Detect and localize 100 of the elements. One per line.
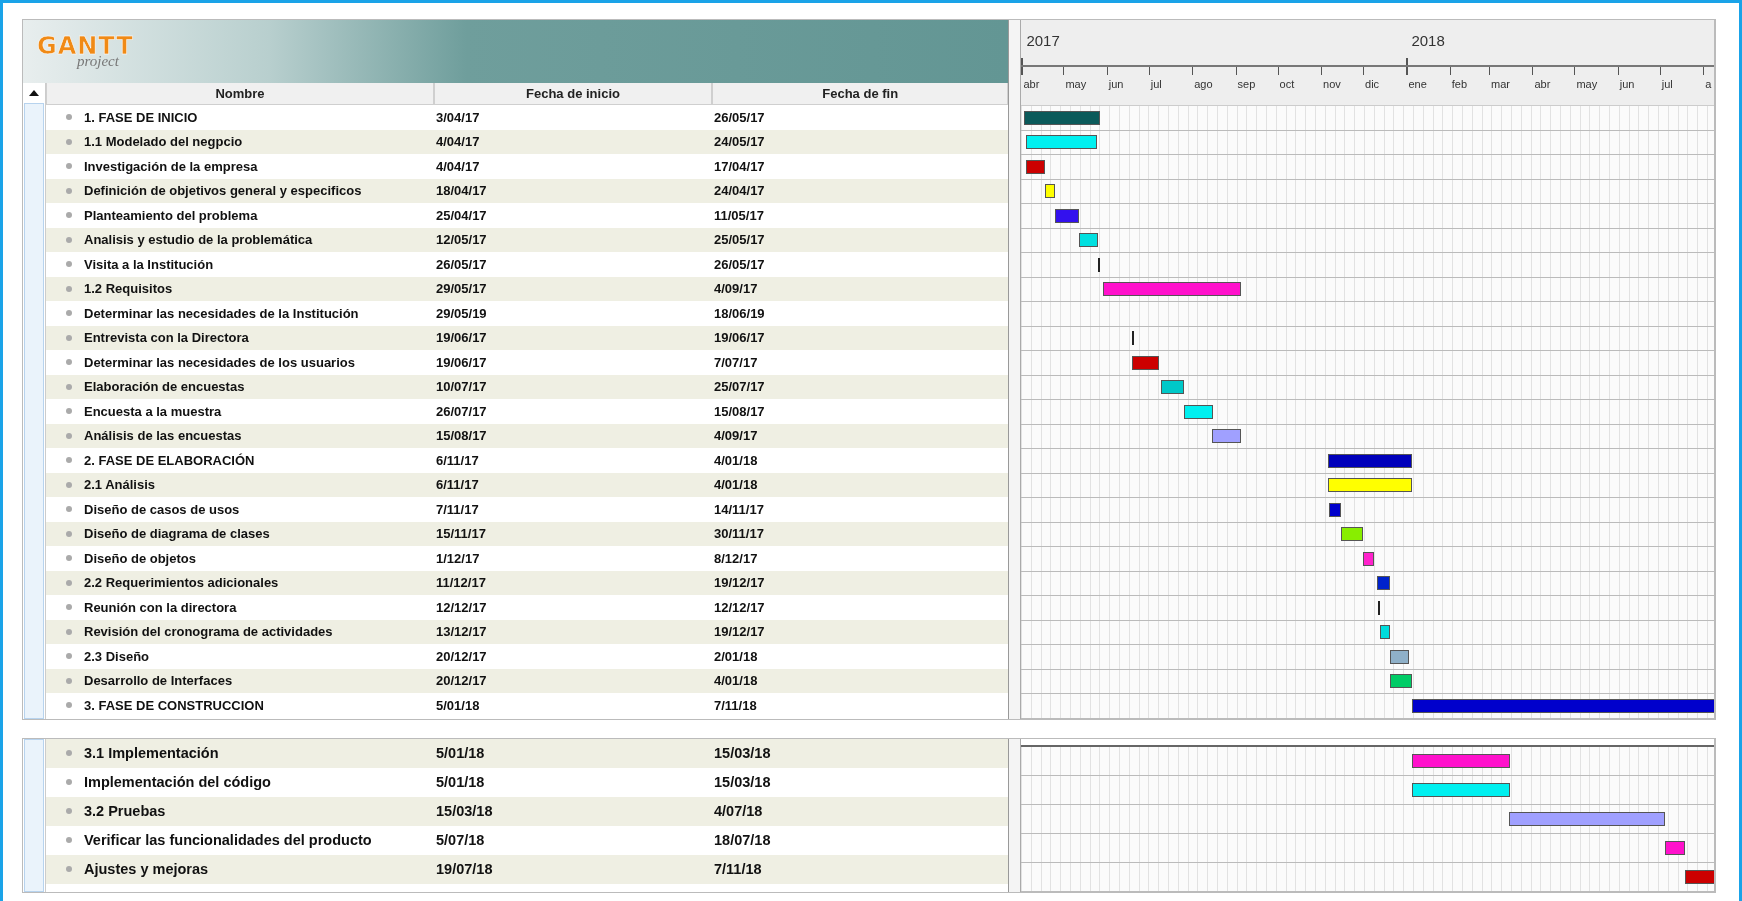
- bullet-icon: [66, 138, 72, 145]
- column-header[interactable]: Fecha de inicio: [434, 83, 712, 105]
- scrollbar[interactable]: [24, 738, 44, 892]
- task-bar[interactable]: [1132, 355, 1159, 370]
- task-name: 2.3 Diseño: [84, 648, 150, 664]
- task-bar[interactable]: [1328, 478, 1412, 493]
- column-header[interactable]: Fecha de fin: [712, 83, 1009, 105]
- milestone-mark[interactable]: [1132, 331, 1134, 346]
- bullet-icon: [66, 555, 72, 562]
- start-date: 15/03/18: [435, 803, 494, 819]
- task-bar[interactable]: [1183, 404, 1214, 419]
- month-label: ago: [1193, 78, 1213, 90]
- end-date: 26/05/17: [713, 109, 766, 125]
- task-bar[interactable]: [1024, 110, 1100, 125]
- bullet-icon: [66, 383, 72, 390]
- task-bar[interactable]: [1363, 551, 1375, 566]
- bullet-icon: [66, 506, 72, 513]
- bullet-icon: [66, 628, 72, 635]
- start-date: 6/11/17: [435, 452, 480, 468]
- end-date: 4/01/18: [713, 673, 759, 689]
- task-name: Visita a la Institución: [84, 256, 214, 272]
- month-label: oct: [1278, 78, 1295, 90]
- start-date: 20/12/17: [435, 673, 488, 689]
- milestone-mark[interactable]: [1378, 600, 1381, 615]
- task-name: Verificar las funcionalidades del producto: [84, 832, 372, 848]
- start-date: 18/04/17: [435, 183, 488, 199]
- start-date: 4/04/17: [435, 134, 481, 150]
- task-bar[interactable]: [1045, 184, 1055, 199]
- bullet-icon: [66, 750, 72, 756]
- start-date: 7/11/17: [435, 501, 480, 517]
- task-bar[interactable]: [1508, 811, 1666, 826]
- start-date: 19/07/18: [435, 861, 494, 877]
- task-bar[interactable]: [1412, 698, 1714, 713]
- task-name: Revisión del cronograma de actividades: [84, 624, 333, 640]
- end-date: 4/01/18: [713, 477, 759, 493]
- bullet-icon: [66, 530, 72, 537]
- start-date: 5/07/18: [435, 832, 486, 848]
- task-name: Determinar las necesidades de la Institución: [84, 305, 359, 321]
- start-date: 3/04/17: [435, 109, 481, 125]
- task-bar[interactable]: [1389, 674, 1412, 689]
- bullet-icon: [66, 236, 72, 243]
- end-date: 15/08/17: [713, 403, 766, 419]
- task-name: Analisis y estudio de la problemática: [84, 232, 313, 248]
- task-bar[interactable]: [1161, 380, 1184, 395]
- start-date: 6/11/17: [435, 477, 480, 493]
- task-bar[interactable]: [1211, 429, 1242, 444]
- end-date: 4/07/18: [713, 803, 764, 819]
- month-label: a: [1704, 78, 1712, 90]
- task-name: 3.1 Implementación: [84, 745, 219, 761]
- task-name: Diseño de diagrama de clases: [84, 526, 270, 542]
- end-date: 17/04/17: [713, 158, 766, 174]
- task-bar[interactable]: [1389, 649, 1410, 664]
- task-bar[interactable]: [1412, 753, 1510, 768]
- end-date: 18/07/18: [713, 832, 772, 848]
- milestone-mark[interactable]: [1098, 257, 1101, 272]
- start-date: 25/04/17: [435, 207, 488, 223]
- start-date: 5/01/18: [435, 745, 486, 761]
- start-date: 29/05/19: [435, 305, 488, 321]
- scrollbar[interactable]: [24, 103, 44, 719]
- task-bar[interactable]: [1329, 502, 1341, 517]
- task-name: 1. FASE DE INICIO: [84, 109, 198, 125]
- task-name: Planteamiento del problema: [84, 207, 258, 223]
- task-name: Diseño de casos de usos: [84, 501, 240, 517]
- task-bar[interactable]: [1025, 135, 1097, 150]
- start-date: 20/12/17: [435, 648, 488, 664]
- task-name: 1.1 Modelado del negpcio: [84, 134, 243, 150]
- task-bar[interactable]: [1340, 527, 1363, 542]
- task-bar[interactable]: [1025, 159, 1046, 174]
- start-date: 29/05/17: [435, 281, 488, 297]
- end-date: 14/11/17: [713, 501, 765, 517]
- task-bar[interactable]: [1377, 576, 1390, 591]
- task-bar[interactable]: [1078, 233, 1099, 248]
- task-name: Entrevista con la Directora: [84, 330, 249, 346]
- start-date: 15/11/17: [435, 526, 487, 542]
- task-name: Investigación de la empresa: [84, 158, 258, 174]
- month-label: dic: [1364, 78, 1380, 90]
- column-header[interactable]: Nombre: [46, 83, 434, 105]
- bullet-icon: [66, 285, 72, 292]
- task-bar[interactable]: [1665, 840, 1685, 855]
- bullet-icon: [66, 837, 72, 843]
- start-date: 19/06/17: [435, 354, 488, 370]
- task-name: 2.2 Requerimientos adicionales: [84, 575, 279, 591]
- bullet-icon: [66, 359, 72, 366]
- bullet-icon: [66, 432, 72, 439]
- end-date: 19/06/17: [713, 330, 766, 346]
- month-label: jun: [1618, 78, 1635, 90]
- month-label: mar: [1490, 78, 1510, 90]
- task-bar[interactable]: [1412, 782, 1510, 797]
- task-bar[interactable]: [1102, 282, 1242, 297]
- bullet-icon: [66, 163, 72, 170]
- task-bar[interactable]: [1055, 208, 1079, 223]
- bullet-icon: [66, 187, 72, 194]
- end-date: 19/12/17: [713, 624, 766, 640]
- scroll-up-icon[interactable]: [29, 89, 39, 97]
- task-bar[interactable]: [1328, 453, 1412, 468]
- task-bar[interactable]: [1379, 625, 1390, 640]
- bullet-icon: [66, 579, 72, 586]
- end-date: 24/05/17: [713, 134, 766, 150]
- month-label: jul: [1660, 78, 1673, 90]
- task-name: Implementación del código: [84, 774, 271, 790]
